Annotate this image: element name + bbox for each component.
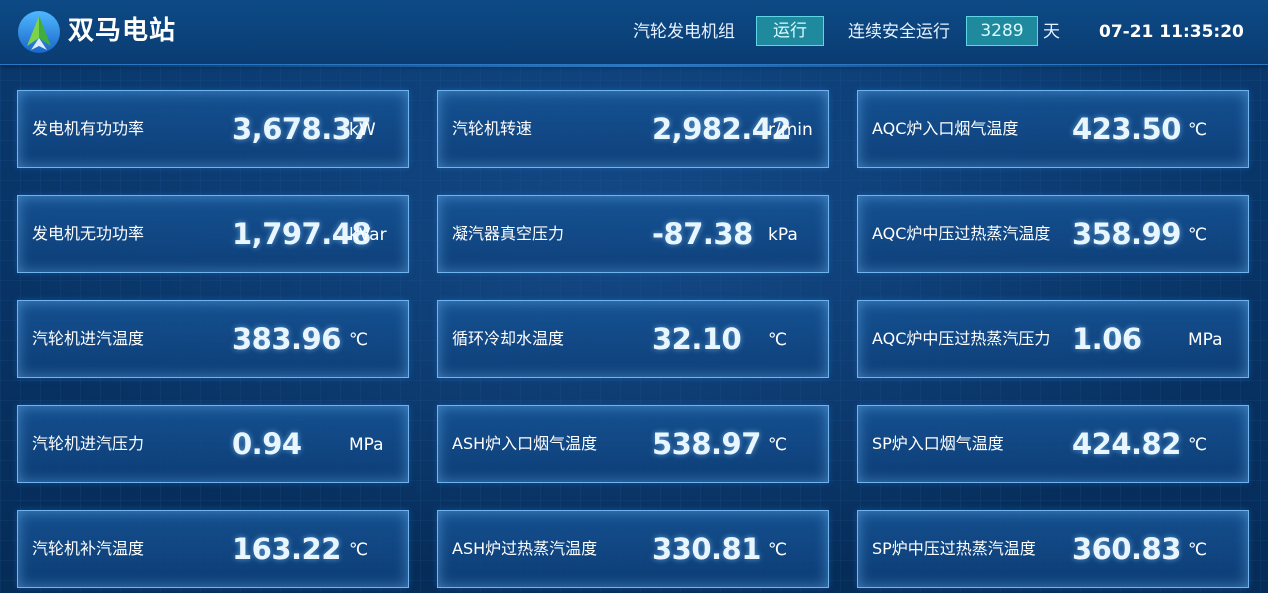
metric-label: 汽轮机补汽温度 — [32, 539, 145, 558]
metric-value: 330.81 — [652, 532, 761, 566]
metric-unit: ℃ — [1188, 225, 1208, 245]
datetime-display: 07-21 11:35:20 — [1099, 22, 1244, 42]
metric-unit: kVar — [349, 225, 387, 245]
metric-value: 163.22 — [232, 532, 341, 566]
metric-label: 发电机无功功率 — [32, 224, 145, 243]
metric-card: 凝汽器真空压力 -87.38 kPa — [437, 195, 829, 273]
metric-unit: ℃ — [768, 435, 788, 455]
metric-unit: ℃ — [768, 540, 788, 560]
safe-run-days-value: 3289 — [966, 16, 1038, 46]
days-unit: 天 — [1043, 22, 1060, 42]
metric-label: ASH炉入口烟气温度 — [452, 434, 598, 453]
metric-card: 汽轮机进汽压力 0.94 MPa — [17, 405, 409, 483]
metric-card: 循环冷却水温度 32.10 ℃ — [437, 300, 829, 378]
metric-label: 发电机有功功率 — [32, 119, 145, 138]
metric-label: AQC炉中压过热蒸汽温度 — [872, 224, 1051, 243]
metric-label: ASH炉过热蒸汽温度 — [452, 539, 598, 558]
metric-label: 凝汽器真空压力 — [452, 224, 565, 243]
metric-value: 32.10 — [652, 322, 742, 356]
header-bar: 双马电站 汽轮发电机组 运行 连续安全运行 3289 天 07-21 11:35… — [0, 0, 1268, 67]
station-title: 双马电站 — [68, 16, 177, 46]
metric-unit: ℃ — [1188, 435, 1208, 455]
metric-unit: ℃ — [1188, 540, 1208, 560]
metric-card: 发电机无功功率 1,797.48 kVar — [17, 195, 409, 273]
metric-value: 1.06 — [1072, 322, 1142, 356]
unit-label: 汽轮发电机组 — [633, 22, 735, 42]
metric-unit: ℃ — [349, 540, 369, 560]
metric-card: ASH炉入口烟气温度 538.97 ℃ — [437, 405, 829, 483]
metric-label: SP炉入口烟气温度 — [872, 434, 1004, 453]
metric-card: AQC炉入口烟气温度 423.50 ℃ — [857, 90, 1249, 168]
metric-card: SP炉入口烟气温度 424.82 ℃ — [857, 405, 1249, 483]
metric-unit: MPa — [349, 435, 384, 455]
metric-unit: MPa — [1188, 330, 1223, 350]
metric-card: 汽轮机转速 2,982.42 r/min — [437, 90, 829, 168]
metric-unit: ℃ — [349, 330, 369, 350]
metric-card: AQC炉中压过热蒸汽温度 358.99 ℃ — [857, 195, 1249, 273]
metric-value: 0.94 — [232, 427, 302, 461]
metric-value: -87.38 — [652, 217, 753, 251]
unit-status-badge: 运行 — [756, 16, 824, 46]
metric-value: 424.82 — [1072, 427, 1181, 461]
metric-card: AQC炉中压过热蒸汽压力 1.06 MPa — [857, 300, 1249, 378]
metric-value: 358.99 — [1072, 217, 1181, 251]
metric-unit: kW — [349, 120, 376, 140]
metric-card: ASH炉过热蒸汽温度 330.81 ℃ — [437, 510, 829, 588]
metric-card: SP炉中压过热蒸汽温度 360.83 ℃ — [857, 510, 1249, 588]
metric-card: 发电机有功功率 3,678.37 kW — [17, 90, 409, 168]
metric-value: 538.97 — [652, 427, 761, 461]
metric-label: 汽轮机进汽压力 — [32, 434, 145, 453]
metric-label: AQC炉入口烟气温度 — [872, 119, 1019, 138]
metric-label: SP炉中压过热蒸汽温度 — [872, 539, 1036, 558]
metric-label: 循环冷却水温度 — [452, 329, 565, 348]
metric-value: 383.96 — [232, 322, 341, 356]
metric-unit: ℃ — [1188, 120, 1208, 140]
metric-card: 汽轮机补汽温度 163.22 ℃ — [17, 510, 409, 588]
metric-unit: kPa — [768, 225, 798, 245]
metric-unit: r/min — [768, 120, 813, 140]
metric-label: 汽轮机转速 — [452, 119, 533, 138]
station-logo-icon — [18, 11, 60, 53]
metric-unit: ℃ — [768, 330, 788, 350]
metric-label: 汽轮机进汽温度 — [32, 329, 145, 348]
metric-value: 423.50 — [1072, 112, 1181, 146]
metric-value: 360.83 — [1072, 532, 1181, 566]
metric-card: 汽轮机进汽温度 383.96 ℃ — [17, 300, 409, 378]
safe-run-label: 连续安全运行 — [848, 22, 950, 42]
metric-label: AQC炉中压过热蒸汽压力 — [872, 329, 1051, 348]
